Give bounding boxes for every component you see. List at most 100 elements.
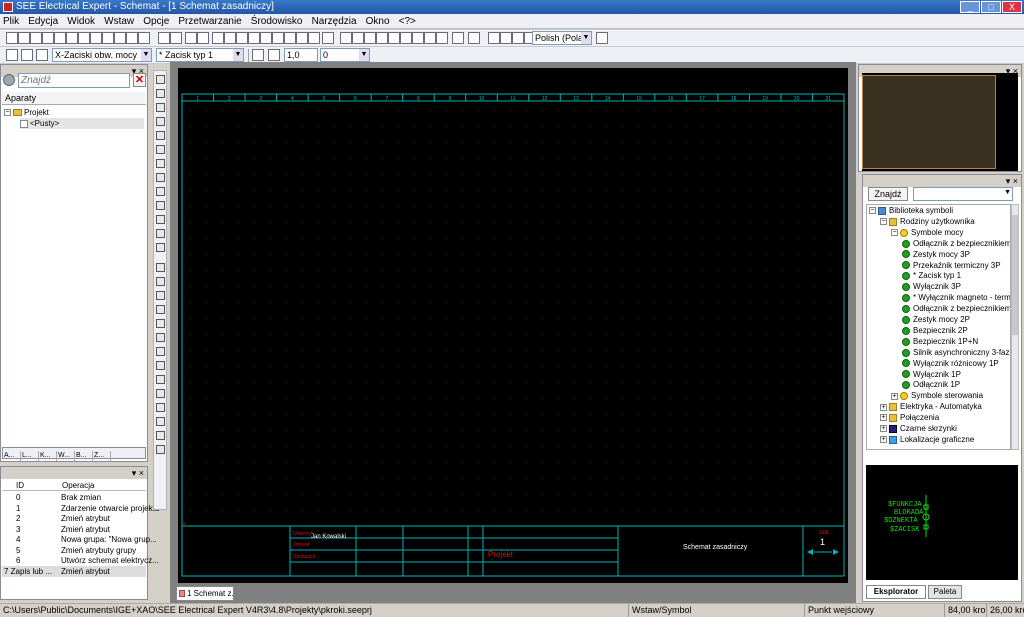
- menu-item-tools[interactable]: Narzędzia: [309, 14, 360, 29]
- tree-item[interactable]: * Zacisk typ 1: [902, 270, 961, 281]
- rotate-icon[interactable]: [268, 49, 280, 61]
- toolbar-tool-icon[interactable]: [114, 32, 126, 44]
- toolbar-tool-icon[interactable]: [296, 32, 308, 44]
- drawing-tool-icon[interactable]: [156, 117, 165, 126]
- drawing-tool-icon[interactable]: [156, 75, 165, 84]
- menu-item-file[interactable]: Plik: [0, 14, 22, 29]
- drawing-tool-icon[interactable]: [156, 243, 165, 252]
- tab-bloki[interactable]: B...: [76, 451, 93, 461]
- toolbar-tool-icon[interactable]: [90, 32, 102, 44]
- toolbar-tool-icon[interactable]: [388, 32, 400, 44]
- expand-icon[interactable]: −: [891, 229, 898, 237]
- find-button[interactable]: Znajdź: [868, 187, 908, 201]
- drawing-tool-icon[interactable]: [156, 215, 165, 224]
- drawing-tool-icon[interactable]: [156, 103, 165, 112]
- tree-item[interactable]: Silnik asynchroniczny 3-faz: [902, 347, 1009, 358]
- drawing-tool-icon[interactable]: [156, 131, 165, 140]
- toolbar-tool-icon[interactable]: [30, 32, 42, 44]
- table-row[interactable]: 2 Zmień atrybut: [2, 513, 146, 524]
- tree-item[interactable]: * Wyłącznik magneto - term: [902, 292, 1010, 303]
- drawing-tool-icon[interactable]: [156, 159, 165, 168]
- table-row[interactable]: 4 Nowa grupa: "Nowa grup...: [2, 534, 157, 545]
- terminal-symbol-select[interactable]: * Zacisk typ 1 ▼: [156, 48, 244, 62]
- menu-item-edit[interactable]: Edycja: [25, 14, 61, 29]
- toolbar-tool-icon[interactable]: [452, 32, 464, 44]
- toolbar-tool-icon[interactable]: [224, 32, 236, 44]
- expand-icon[interactable]: +: [880, 425, 887, 433]
- toolbar-tool-icon[interactable]: [468, 32, 480, 44]
- tab-lokalizacje[interactable]: L...: [22, 451, 39, 461]
- drawing-tool-icon[interactable]: [156, 229, 165, 238]
- terminal-strip-icon[interactable]: [21, 49, 33, 61]
- toolbar-tool-icon[interactable]: [322, 32, 334, 44]
- toolbar-tool-icon[interactable]: [260, 32, 272, 44]
- overview-viewport[interactable]: [862, 75, 996, 169]
- tree-item[interactable]: Wyłącznik 3P: [902, 281, 961, 292]
- expand-icon[interactable]: +: [880, 436, 887, 444]
- tree-item[interactable]: Zestyk mocy 2P: [902, 314, 970, 325]
- tree-item[interactable]: − Biblioteka symboli: [869, 205, 953, 216]
- tree-item[interactable]: Odłącznik z bezpiecznikiem: [902, 303, 1010, 314]
- table-row[interactable]: 3 Zmień atrybut: [2, 524, 146, 535]
- maximize-button[interactable]: □: [981, 1, 1001, 13]
- menu-item-view[interactable]: Widok: [64, 14, 98, 29]
- schematic-sheet[interactable]: 1 2 3 4 5 6 7 8 9 10 11 12 13 14 15 16 17 18 19 20 21 Utworz…: [178, 68, 848, 583]
- language-icon[interactable]: [596, 32, 608, 44]
- drawing-tool-icon[interactable]: [156, 445, 165, 454]
- pin-icon[interactable]: ▾ ×: [132, 468, 144, 478]
- toolbar-tool-icon[interactable]: [126, 32, 138, 44]
- toolbar-tool-icon[interactable]: [308, 32, 320, 44]
- scale-input[interactable]: 1,0: [284, 48, 318, 62]
- tree-item[interactable]: Bezpiecznik 1P+N: [902, 336, 978, 347]
- collapse-icon[interactable]: −: [4, 109, 11, 117]
- column-header-operation[interactable]: Operacja: [62, 480, 94, 491]
- drawing-tool-icon[interactable]: [156, 431, 165, 440]
- expand-icon[interactable]: −: [880, 218, 887, 226]
- terminal-icon[interactable]: [6, 49, 18, 61]
- tree-item[interactable]: Zestyk mocy 3P: [902, 249, 970, 260]
- drawing-tool-icon[interactable]: [156, 403, 165, 412]
- language-select[interactable]: Polish (Poland) ▼: [532, 31, 592, 45]
- table-row[interactable]: 1 Zdarzenie otwarcie projektu: [2, 503, 159, 514]
- tree-item-project[interactable]: − Projekt: [4, 107, 49, 118]
- tree-item[interactable]: − Symbole mocy: [891, 227, 963, 238]
- table-row[interactable]: 0 Brak zmian: [2, 492, 146, 503]
- menu-item-insert[interactable]: Wstaw: [101, 14, 137, 29]
- toolbar-tool-icon[interactable]: [352, 32, 364, 44]
- toolbar-tool-icon[interactable]: [512, 32, 524, 44]
- tree-item[interactable]: Wyłącznik 1P: [902, 369, 961, 380]
- column-header-id[interactable]: ID: [16, 480, 24, 491]
- toolbar-tool-icon[interactable]: [212, 32, 224, 44]
- previous-page-icon[interactable]: [807, 549, 813, 555]
- drawing-tool-icon[interactable]: [156, 145, 165, 154]
- tree-item-empty[interactable]: <Pusty>: [20, 118, 144, 129]
- toolbar-tool-icon[interactable]: [6, 32, 18, 44]
- search-icon[interactable]: [3, 74, 15, 86]
- drawing-tool-icon[interactable]: [156, 375, 165, 384]
- drawing-tool-icon[interactable]: [156, 89, 165, 98]
- drawing-tool-icon[interactable]: [156, 361, 165, 370]
- tree-item[interactable]: Przekaźnik termiczny 3P: [902, 260, 1001, 271]
- toolbar-tool-icon[interactable]: [170, 32, 182, 44]
- expand-icon[interactable]: +: [891, 392, 898, 400]
- drawing-tool-icon[interactable]: [156, 201, 165, 210]
- toolbar-tool-icon[interactable]: [197, 32, 209, 44]
- cable-icon[interactable]: [36, 49, 48, 61]
- find-select[interactable]: ▼: [913, 187, 1013, 201]
- tab-paleta[interactable]: Paleta: [928, 585, 962, 599]
- toolbar-tool-icon[interactable]: [488, 32, 500, 44]
- toolbar-tool-icon[interactable]: [500, 32, 512, 44]
- table-row[interactable]: 7 Zapis lub ... Zmień atrybut: [2, 565, 146, 577]
- toolbar-tool-icon[interactable]: [54, 32, 66, 44]
- drawing-tool-icon[interactable]: [156, 187, 165, 196]
- tab-eksplorator[interactable]: Eksplorator: [866, 585, 926, 599]
- close-button[interactable]: X: [1002, 1, 1022, 13]
- toolbar-tool-icon[interactable]: [340, 32, 352, 44]
- tree-item[interactable]: + Lokalizacje graficzne: [880, 434, 974, 445]
- toolbar-tool-icon[interactable]: [18, 32, 30, 44]
- tree-item[interactable]: Odłącznik 1P: [902, 379, 960, 390]
- tree-item[interactable]: − Rodziny użytkownika: [880, 216, 975, 227]
- toolbar-tool-icon[interactable]: [42, 32, 54, 44]
- tree-item[interactable]: Odłącznik z bezpiecznikiem: [902, 238, 1010, 249]
- drawing-tool-icon[interactable]: [156, 263, 165, 272]
